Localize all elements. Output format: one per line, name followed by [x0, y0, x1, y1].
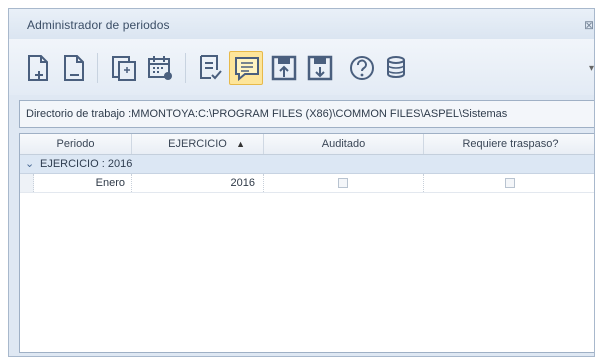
- title-bar: Administrador de periodos ⊠: [9, 9, 594, 39]
- copy-period-icon[interactable]: [107, 51, 141, 85]
- document-check-icon[interactable]: [193, 51, 227, 85]
- calendar-settings-icon[interactable]: [143, 51, 177, 85]
- column-header-ejercicio-label: EJERCICIO: [168, 138, 227, 150]
- comment-note-icon[interactable]: [229, 51, 263, 85]
- column-header-ejercicio[interactable]: EJERCICIO ▲: [132, 134, 264, 154]
- grid-header: Periodo EJERCICIO ▲ Auditado Requiere tr…: [20, 134, 594, 155]
- toolbar-separator: [185, 53, 186, 83]
- database-icon[interactable]: [381, 51, 415, 85]
- toolbar: ▾: [9, 39, 594, 95]
- toolbar-separator: [97, 53, 98, 83]
- periods-manager-window: Administrador de periodos ⊠ ▾ Directorio…: [8, 8, 595, 357]
- cell-auditado: [264, 174, 424, 192]
- working-directory-bar: Directorio de trabajo :MMONTOYA:C:\PROGR…: [19, 100, 594, 128]
- row-indent: [20, 174, 34, 192]
- cell-periodo[interactable]: Enero: [34, 174, 132, 192]
- requiere-traspaso-checkbox[interactable]: [505, 178, 515, 188]
- help-icon[interactable]: [345, 51, 379, 85]
- new-document-plus-icon[interactable]: [21, 51, 55, 85]
- save-up-icon[interactable]: [267, 51, 301, 85]
- chevron-down-icon[interactable]: ⌄: [25, 157, 34, 170]
- close-icon[interactable]: ⊠: [584, 18, 594, 32]
- table-row[interactable]: Enero 2016: [20, 174, 594, 193]
- group-row-ejercicio[interactable]: ⌄ EJERCICIO : 2016: [20, 155, 594, 174]
- new-document-minus-icon[interactable]: [57, 51, 91, 85]
- periods-grid: Periodo EJERCICIO ▲ Auditado Requiere tr…: [19, 133, 594, 353]
- auditado-checkbox[interactable]: [338, 178, 348, 188]
- cell-ejercicio[interactable]: 2016: [132, 174, 264, 192]
- column-header-requiere-traspaso[interactable]: Requiere traspaso?: [424, 134, 594, 154]
- working-directory-path: MMONTOYA:C:\PROGRAM FILES (X86)\COMMON F…: [131, 108, 508, 120]
- working-directory-label: Directorio de trabajo :: [26, 108, 132, 120]
- column-header-auditado[interactable]: Auditado: [264, 134, 424, 154]
- column-header-periodo[interactable]: Periodo: [20, 134, 132, 154]
- group-label: EJERCICIO : 2016: [40, 158, 133, 170]
- save-down-icon[interactable]: [303, 51, 337, 85]
- cell-requiere-traspaso: [424, 174, 594, 192]
- window-title: Administrador de periodos: [27, 18, 170, 32]
- toolbar-overflow-icon[interactable]: ▾: [589, 63, 594, 74]
- sort-ascending-icon: ▲: [236, 139, 245, 149]
